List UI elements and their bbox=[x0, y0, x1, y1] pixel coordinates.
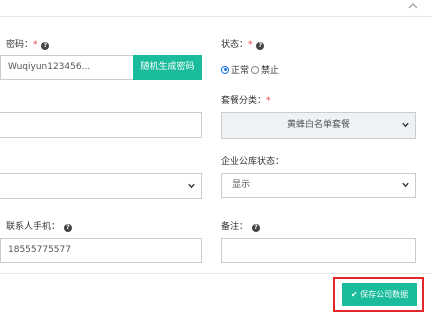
remark-label: 备注： ? bbox=[221, 222, 260, 232]
generate-password-button[interactable]: 随机生成密码 bbox=[133, 55, 202, 80]
password-input[interactable]: Wuqiyun123456... bbox=[0, 55, 134, 80]
chevron-down-icon bbox=[188, 183, 195, 190]
public-status-select[interactable]: 显示 bbox=[221, 173, 416, 198]
required-mark: * bbox=[266, 96, 271, 106]
help-icon[interactable]: ? bbox=[41, 42, 50, 50]
status-label: 状态：* ? bbox=[221, 40, 265, 50]
status-option-label: 正常 bbox=[231, 66, 250, 76]
status-radio-forbidden[interactable]: 禁止 bbox=[251, 63, 279, 76]
panel-header bbox=[0, 0, 432, 17]
radio-unchecked-icon[interactable] bbox=[251, 65, 259, 74]
package-label-text: 套餐分类： bbox=[221, 96, 267, 106]
text-input[interactable] bbox=[0, 112, 202, 138]
remark-input[interactable] bbox=[221, 238, 416, 263]
package-select[interactable]: 黄蜂白名单套餐 bbox=[221, 112, 416, 139]
select-input[interactable] bbox=[0, 173, 202, 199]
contact-phone-value: 18555775577 bbox=[8, 245, 71, 255]
status-radio-normal[interactable]: 正常 bbox=[221, 63, 249, 76]
divider bbox=[0, 273, 432, 274]
help-icon[interactable]: ? bbox=[256, 42, 265, 50]
help-icon[interactable]: ? bbox=[251, 224, 260, 232]
password-label: 密码：* ? bbox=[6, 40, 50, 50]
package-value: 黄蜂白名单套餐 bbox=[286, 120, 350, 130]
public-status-label: 企业公库状态： bbox=[221, 157, 284, 167]
contact-phone-label: 联系人手机： ? bbox=[6, 222, 72, 232]
required-mark: * bbox=[33, 40, 38, 50]
password-label-text: 密码： bbox=[6, 40, 34, 50]
status-option-label: 禁止 bbox=[261, 66, 280, 76]
radio-checked-icon[interactable] bbox=[221, 65, 229, 74]
contact-phone-input[interactable]: 18555775577 bbox=[0, 238, 202, 263]
chevron-up-icon[interactable] bbox=[408, 2, 418, 13]
public-status-value: 显示 bbox=[232, 180, 251, 190]
chevron-down-icon bbox=[402, 182, 409, 189]
save-company-button[interactable]: ✔ 保存公司数据 bbox=[342, 283, 417, 306]
remark-label-text: 备注： bbox=[221, 222, 249, 232]
required-mark: * bbox=[248, 40, 253, 50]
status-label-text: 状态： bbox=[221, 40, 249, 50]
help-icon[interactable]: ? bbox=[63, 224, 72, 232]
public-status-label-text: 企业公库状态： bbox=[221, 157, 285, 167]
package-label: 套餐分类：* bbox=[221, 96, 271, 106]
contact-phone-label-text: 联系人手机： bbox=[6, 222, 61, 232]
chevron-down-icon bbox=[402, 122, 409, 129]
password-value: Wuqiyun123456... bbox=[8, 62, 91, 72]
